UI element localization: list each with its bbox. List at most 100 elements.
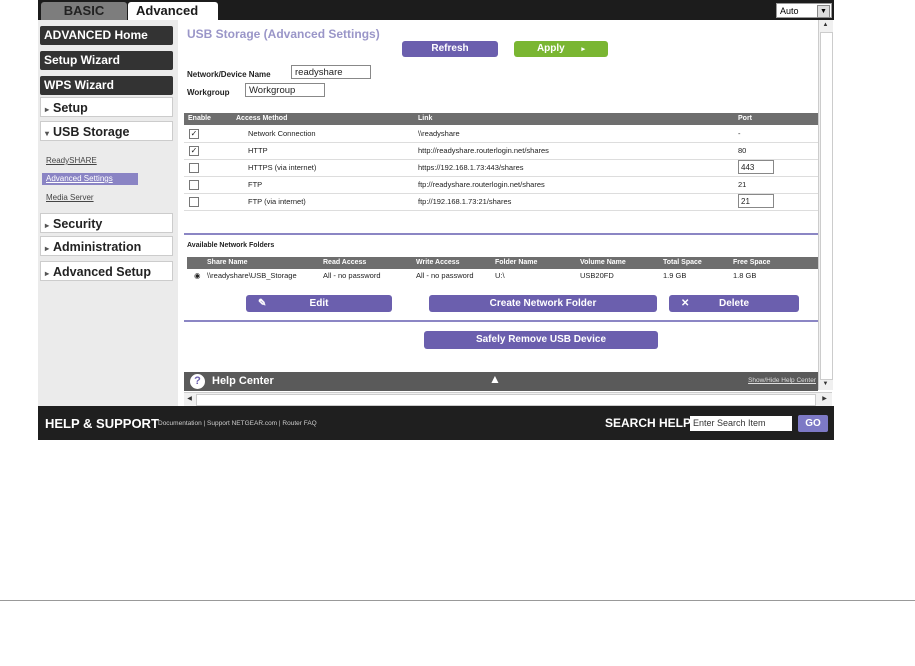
folders-table-header: Share Name Read Access Write Access Fold… (187, 257, 818, 269)
create-network-folder-button[interactable]: Create Network Folder (429, 295, 657, 312)
link-cell: http://readyshare.routerlogin.net/shares (418, 146, 549, 155)
access-table-header: Enable Access Method Link Port (184, 113, 818, 125)
col-link: Link (418, 115, 433, 122)
sidebar-item-label: Administration (53, 240, 142, 254)
vertical-scrollbar[interactable]: ▲ ▼ (818, 20, 833, 390)
table-row: ✓ HTTP http://readyshare.routerlogin.net/s… (184, 142, 818, 160)
link-cell: https://192.168.1.73:443/shares (418, 163, 524, 172)
col-folder-name: Folder Name (495, 259, 538, 266)
chevron-right-icon: ▸ (45, 221, 50, 230)
col-share-name: Share Name (207, 259, 248, 266)
port-cell: 21 (738, 180, 747, 189)
page-title: USB Storage (Advanced Settings) (187, 27, 380, 41)
access-method-cell: HTTP (248, 146, 268, 155)
enable-checkbox[interactable] (189, 180, 199, 190)
chevron-right-icon: ▸ (45, 244, 50, 253)
workgroup-label: Workgroup (187, 88, 230, 97)
safely-remove-usb-button[interactable]: Safely Remove USB Device (424, 331, 658, 349)
col-enable: Enable (188, 115, 211, 122)
col-port: Port (738, 115, 752, 122)
sidebar-item-advanced-home[interactable]: ADVANCED Home (40, 26, 173, 45)
scroll-thumb[interactable] (820, 32, 833, 380)
apply-label: Apply (536, 43, 565, 54)
refresh-button[interactable]: Refresh (402, 41, 498, 57)
language-select[interactable]: Auto ▼ (776, 3, 832, 18)
port-cell: 80 (738, 146, 747, 155)
port-input[interactable]: 21 (738, 194, 774, 208)
tab-advanced[interactable]: Advanced (128, 2, 218, 20)
section-divider (184, 320, 818, 322)
scroll-up-icon[interactable]: ▲ (820, 20, 831, 31)
sidebar-item-label: Advanced Setup (53, 265, 151, 279)
sidebar: ADVANCED Home Setup Wizard WPS Wizard ▸ S… (38, 20, 178, 406)
chevron-right-icon: ▸ (45, 269, 50, 278)
enable-checkbox[interactable] (189, 163, 199, 173)
network-device-name-input[interactable]: readyshare (291, 65, 371, 79)
help-center-bar[interactable]: ? Help Center ▲ Show/Hide Help Center (184, 372, 818, 391)
question-icon: ? (190, 374, 205, 389)
sidebar-item-label: USB Storage (53, 125, 130, 139)
chevron-right-icon: ▸ (45, 105, 50, 114)
search-input[interactable]: Enter Search Item (690, 416, 792, 431)
sidebar-item-usb-storage[interactable]: ▾ USB Storage (40, 121, 173, 141)
enable-checkbox[interactable]: ✓ (189, 146, 199, 156)
table-row: FTP ftp://readyshare.routerlogin.net/shar… (184, 176, 818, 194)
chevron-down-icon: ▾ (45, 129, 50, 138)
link-cell: ftp://192.168.1.73:21/shares (418, 197, 512, 206)
delete-label: Delete (718, 298, 749, 309)
col-free-space: Free Space (733, 259, 771, 266)
access-method-cell: Network Connection (248, 129, 316, 138)
footer-links[interactable]: Documentation | Support NETGEAR.com | Ro… (158, 420, 317, 427)
scroll-left-icon[interactable]: ◀ (184, 394, 195, 405)
read-access-cell: All - no password (323, 271, 381, 280)
scroll-right-icon[interactable]: ▶ (819, 394, 830, 405)
access-method-cell: FTP (via internet) (248, 197, 306, 206)
col-access-method: Access Method (236, 115, 288, 122)
sidebar-item-label: Setup (53, 101, 88, 115)
sidebar-sub-readyshare[interactable]: ReadySHARE (42, 155, 97, 167)
go-button[interactable]: GO (798, 415, 828, 432)
radio-icon[interactable]: ◉ (194, 269, 201, 283)
sidebar-item-advanced-setup[interactable]: ▸ Advanced Setup (40, 261, 173, 281)
enable-checkbox[interactable] (189, 197, 199, 207)
page-divider-line (0, 600, 915, 601)
col-write-access: Write Access (416, 259, 460, 266)
workgroup-input[interactable]: Workgroup (245, 83, 325, 97)
delete-button[interactable]: ✕ Delete (669, 295, 799, 312)
close-icon: ✕ (681, 298, 690, 309)
tab-basic[interactable]: BASIC (41, 2, 127, 20)
horizontal-scrollbar[interactable]: ◀ ▶ (184, 392, 832, 406)
pencil-icon: ✎ (258, 298, 267, 309)
table-row: HTTPS (via internet) https://192.168.1.73… (184, 159, 818, 177)
sidebar-item-wps-wizard[interactable]: WPS Wizard (40, 76, 173, 95)
expand-up-icon[interactable]: ▲ (489, 372, 501, 386)
available-folders-label: Available Network Folders (187, 242, 275, 249)
sidebar-item-administration[interactable]: ▸ Administration (40, 236, 173, 256)
edit-label: Edit (309, 298, 329, 309)
access-method-cell: HTTPS (via internet) (248, 163, 317, 172)
enable-checkbox[interactable]: ✓ (189, 129, 199, 139)
port-input[interactable]: 443 (738, 160, 774, 174)
edit-button[interactable]: ✎ Edit (246, 295, 392, 312)
search-help-label: SEARCH HELP (605, 416, 692, 430)
volume-name-cell: USB20FD (580, 271, 614, 280)
link-cell: \\readyshare (418, 129, 460, 138)
scroll-down-icon[interactable]: ▼ (820, 379, 831, 390)
main-content: USB Storage (Advanced Settings) Refresh … (184, 20, 818, 380)
sidebar-item-label: Security (53, 217, 103, 231)
total-space-cell: 1.9 GB (663, 271, 687, 280)
network-device-name-label: Network/Device Name (187, 70, 271, 79)
sidebar-sub-media-server[interactable]: Media Server (42, 192, 94, 204)
triangle-icon: ▸ (581, 46, 586, 53)
sidebar-item-setup-wizard[interactable]: Setup Wizard (40, 51, 173, 70)
sidebar-item-security[interactable]: ▸ Security (40, 213, 173, 233)
sidebar-sub-advanced-settings[interactable]: Advanced Settings (42, 173, 138, 185)
apply-button[interactable]: Apply ▸ (514, 41, 608, 57)
sidebar-item-setup[interactable]: ▸ Setup (40, 97, 173, 117)
chevron-down-icon: ▼ (817, 5, 830, 18)
show-hide-help-link[interactable]: Show/Hide Help Center (748, 377, 816, 384)
scroll-h-thumb[interactable] (196, 394, 816, 406)
col-total-space: Total Space (663, 259, 702, 266)
help-center-title: Help Center (212, 375, 274, 387)
table-row[interactable]: ◉ \\readyshare\USB_Storage All - no pass… (187, 269, 818, 283)
